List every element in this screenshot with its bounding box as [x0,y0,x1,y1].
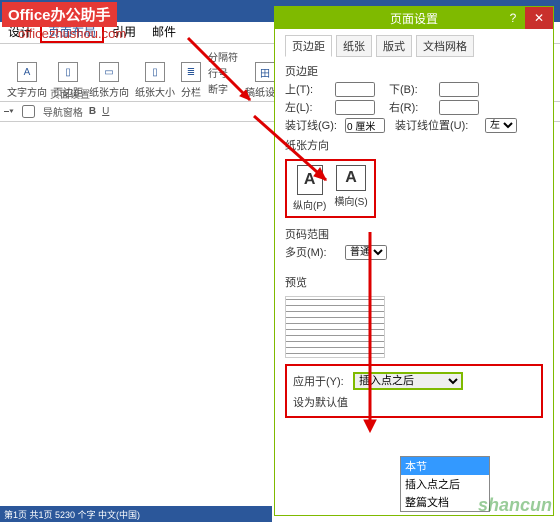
manuscript-icon: 田 [255,62,275,82]
apply-option-whole-doc[interactable]: 整篇文档 [401,493,489,511]
right-input[interactable] [439,100,479,115]
margins-section-label: 页边距 [285,63,543,79]
text-direction-button[interactable]: A文字方向 [4,46,50,99]
dialog-tabs: 页边距 纸张 版式 文档网格 [285,35,543,57]
page-setup-dialog: 页面设置 ? ✕ 页边距 纸张 版式 文档网格 页边距 上(T): 下(B): 左… [274,6,554,516]
line-numbers-button[interactable]: 行号 [208,65,238,80]
site-url: officezhushou.com [18,26,126,41]
orientation-button[interactable]: ▭纸张方向 [86,46,132,99]
breaks-button[interactable]: 分隔符 [208,49,238,64]
dlg-tab-margins[interactable]: 页边距 [285,35,332,57]
page-setup-group-label: 页面设置 [50,86,90,101]
bold-button[interactable]: B [89,106,96,117]
multipage-select[interactable]: 普通 [345,245,387,260]
bottom-input[interactable] [439,82,479,97]
gutter-input[interactable] [345,118,385,133]
gutter-pos-select[interactable]: 左 [485,118,517,133]
apply-to-area: 应用于(Y): 插入点之后 设为默认值 [285,364,543,418]
dlg-tab-grid[interactable]: 文档网格 [416,35,474,57]
tab-mailings[interactable]: 邮件 [144,20,184,43]
left-label: 左(L): [285,99,331,115]
gutter-label: 装订线(G): [285,117,341,133]
watermark-text: shancun [478,495,552,516]
preview-pane [285,296,385,358]
apply-to-dropdown-list: 本节 插入点之后 整篇文档 [400,456,490,512]
dialog-help-button[interactable]: ? [503,7,523,29]
dlg-tab-layout[interactable]: 版式 [376,35,412,57]
columns-button[interactable]: ≣分栏 [178,46,204,99]
top-label: 上(T): [285,81,331,97]
apply-option-this-section[interactable]: 本节 [401,457,489,475]
orientation-group: A纵向(P) A横向(S) [285,159,376,218]
nav-pane-checkbox[interactable] [22,105,35,118]
portrait-option[interactable]: A纵向(P) [293,165,326,212]
size-button[interactable]: ▯纸张大小 [132,46,178,99]
multipage-label: 多页(M): [285,244,341,260]
text-direction-icon: A [17,62,37,82]
apply-option-after-insert[interactable]: 插入点之后 [401,475,489,493]
top-input[interactable] [335,82,375,97]
dialog-close-button[interactable]: ✕ [525,7,553,29]
landscape-option[interactable]: A横向(S) [334,165,367,212]
size-icon: ▯ [145,62,165,82]
apply-to-label: 应用于(Y): [293,373,349,389]
dialog-title-text: 页面设置 [390,10,438,27]
office-badge: Office办公助手 [2,2,117,27]
margins-icon: ▯ [58,62,78,82]
orientation-section-label: 纸张方向 [285,137,543,153]
bottom-label: 下(B): [389,81,435,97]
dialog-titlebar: 页面设置 ? ✕ [275,7,553,29]
nav-pane-label: 导航窗格 [43,104,83,119]
portrait-icon: A [297,165,323,195]
dlg-tab-paper[interactable]: 纸张 [336,35,372,57]
word-status-bar: 第1页 共1页 5230 个字 中文(中国) [0,506,272,522]
underline-button[interactable]: U [102,106,109,117]
page-range-label: 页码范围 [285,226,543,242]
preview-label: 预览 [285,274,543,290]
gutter-pos-label: 装订线位置(U): [395,117,481,133]
qat-dropdown-icon[interactable]: ⎯▾ [4,106,14,117]
orientation-icon: ▭ [99,62,119,82]
apply-to-select[interactable]: 插入点之后 [353,372,463,390]
right-label: 右(R): [389,99,435,115]
hyphenation-button[interactable]: 断字 [208,81,238,96]
set-default-button[interactable]: 设为默认值 [293,394,348,410]
left-input[interactable] [335,100,375,115]
columns-icon: ≣ [181,62,201,82]
landscape-icon: A [336,165,366,191]
